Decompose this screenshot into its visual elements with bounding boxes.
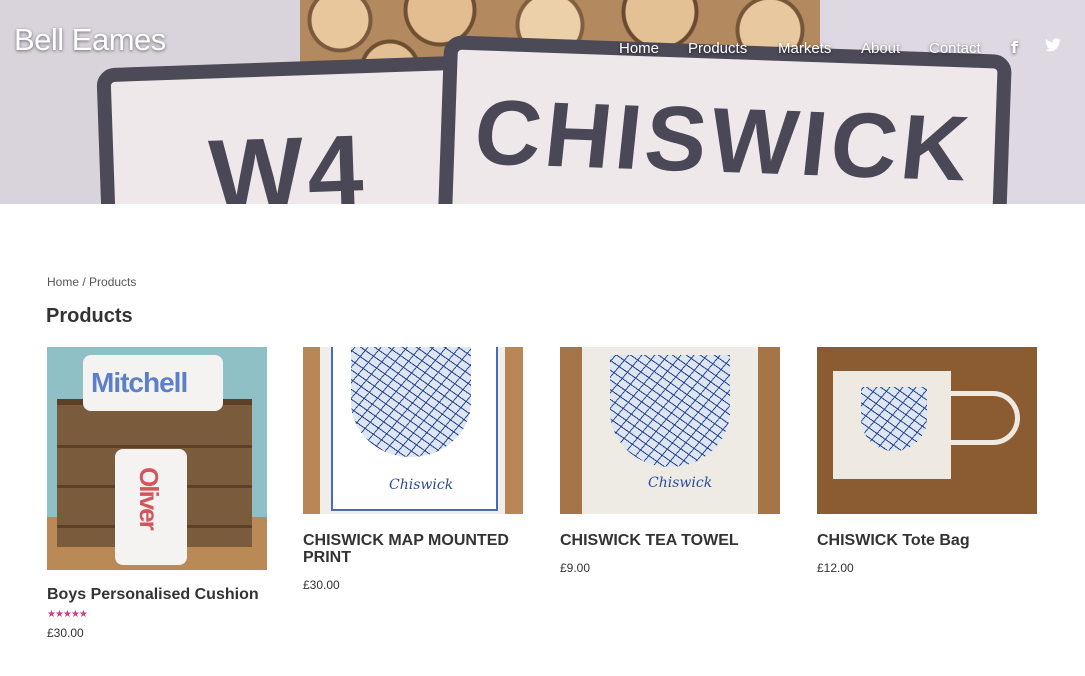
cushion-lettering: Mitchell	[91, 367, 188, 398]
product-image-cushion[interactable]: Mitchell Oliver	[47, 347, 267, 570]
hero-banner: W4 CHISWICK Bell Eames Home Products Mar…	[0, 0, 1085, 204]
twitter-icon[interactable]	[1045, 38, 1061, 57]
breadcrumb-home-link[interactable]: Home	[47, 275, 79, 289]
breadcrumb-current: Products	[89, 275, 137, 289]
hero-pillow-text: CHISWICK	[469, 81, 978, 201]
product-card: Chiswick CHISWICK TEA TOWEL £9.00	[560, 347, 780, 575]
product-name[interactable]: CHISWICK TEA TOWEL	[560, 532, 780, 549]
map-caption: Chiswick	[389, 477, 454, 493]
cushion-lettering: Oliver	[134, 467, 164, 529]
product-name[interactable]: CHISWICK Tote Bag	[817, 532, 1037, 549]
product-name[interactable]: CHISWICK MAP MOUNTED PRINT	[303, 532, 523, 566]
nav-contact[interactable]: Contact	[929, 40, 981, 57]
rating-stars-icon: ★★★★★	[47, 609, 88, 620]
nav-products[interactable]: Products	[688, 40, 747, 57]
map-illustration	[610, 355, 730, 467]
hero-pillow-text: W4	[207, 114, 369, 204]
product-name[interactable]: Boys Personalised Cushion	[47, 586, 267, 603]
page-title: Products	[46, 305, 133, 327]
breadcrumb: Home / Products	[47, 275, 136, 289]
nav-about[interactable]: About	[861, 40, 900, 57]
product-image-map-print[interactable]: Chiswick	[303, 347, 523, 514]
product-price: £9.00	[560, 561, 591, 575]
nav-home[interactable]: Home	[619, 40, 659, 57]
facebook-icon[interactable]: f	[1011, 38, 1018, 57]
nav-markets[interactable]: Markets	[778, 40, 831, 57]
map-illustration	[351, 347, 471, 457]
product-price: £30.00	[303, 578, 340, 592]
tote-handle	[935, 391, 1020, 445]
hero-pillow-chiswick: CHISWICK	[436, 35, 1012, 204]
product-card: CHISWICK Tote Bag £12.00	[817, 347, 1037, 575]
site-logo[interactable]: Bell Eames	[14, 22, 166, 58]
product-price: £12.00	[817, 561, 854, 575]
product-price: £30.00	[47, 626, 84, 640]
product-card: Chiswick CHISWICK MAP MOUNTED PRINT £30.…	[303, 347, 523, 592]
breadcrumb-separator: /	[79, 275, 90, 289]
product-image-tea-towel[interactable]: Chiswick	[560, 347, 780, 514]
map-illustration	[861, 387, 927, 451]
hero-pillow-w4: W4	[96, 55, 472, 204]
map-caption: Chiswick	[648, 475, 713, 491]
product-card: Mitchell Oliver Boys Personalised Cushio…	[47, 347, 267, 640]
product-image-tote-bag[interactable]	[817, 347, 1037, 514]
